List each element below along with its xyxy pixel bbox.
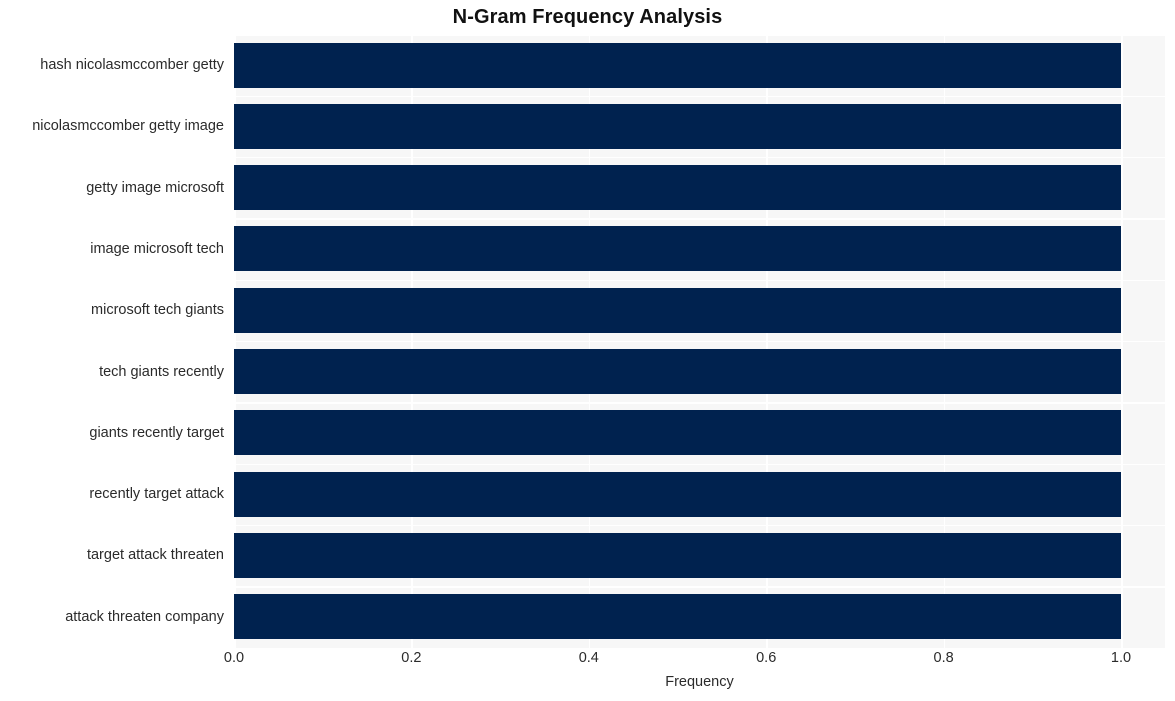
bar-row	[234, 226, 1165, 272]
bar[interactable]	[234, 410, 1121, 456]
horizontal-gridline	[234, 95, 1165, 98]
y-axis-tick-label: attack threaten company	[65, 608, 224, 625]
bar[interactable]	[234, 165, 1121, 211]
bar[interactable]	[234, 471, 1121, 517]
x-axis-tick-label: 0.0	[223, 650, 245, 666]
bar[interactable]	[234, 349, 1121, 394]
y-axis-tick-label: giants recently target	[89, 424, 224, 441]
bar-row	[234, 287, 1165, 333]
horizontal-gridline	[234, 279, 1165, 282]
x-axis-title: Frequency	[665, 674, 734, 690]
horizontal-gridline	[234, 647, 1165, 648]
chart-title: N-Gram Frequency Analysis	[452, 6, 723, 28]
horizontal-gridline	[234, 35, 1165, 36]
y-axis-tick-label: hash nicolasmccomber getty	[40, 57, 224, 73]
bar-row	[234, 594, 1165, 640]
y-axis-tick-label: getty image microsoft	[86, 179, 224, 196]
x-axis-tick-label: 0.2	[401, 650, 422, 666]
plot-area	[234, 35, 1165, 648]
horizontal-gridline	[234, 524, 1165, 527]
y-axis-tick-label: image microsoft tech	[90, 240, 224, 257]
x-axis-tick-label: 0.6	[756, 650, 777, 666]
x-axis-tick-label: 1.0	[1110, 650, 1132, 666]
y-axis-tick-label: tech giants recently	[99, 363, 224, 380]
y-axis-tick-labels: hash nicolasmccomber getty nicolasmccombe…	[0, 35, 234, 648]
ngram-frequency-chart: N-Gram Frequency Analysis hash nicolasmc…	[0, 0, 1175, 701]
bar-row	[234, 103, 1165, 149]
bar[interactable]	[234, 594, 1121, 640]
bar-row	[234, 42, 1165, 88]
horizontal-gridline	[234, 463, 1165, 465]
bar[interactable]	[234, 103, 1121, 149]
bar-row	[234, 471, 1165, 517]
bar-row	[234, 165, 1165, 211]
bar[interactable]	[234, 42, 1121, 88]
bar[interactable]	[234, 226, 1121, 272]
horizontal-gridline	[234, 341, 1165, 343]
bar-row	[234, 349, 1165, 394]
y-axis-tick-label: microsoft tech giants	[91, 302, 224, 319]
horizontal-gridline	[234, 157, 1165, 159]
horizontal-gridline	[234, 586, 1165, 588]
x-axis-tick-labels: 0.0 0.2 0.4 0.6 0.8 1.0	[224, 650, 1165, 674]
y-axis-tick-label: nicolasmccomber getty image	[32, 118, 224, 135]
horizontal-gridline	[234, 402, 1165, 404]
bar-row	[234, 532, 1165, 578]
y-axis-tick-label: recently target attack	[89, 486, 224, 503]
bar[interactable]	[234, 287, 1121, 333]
y-axis-tick-label: target attack threaten	[86, 547, 224, 564]
horizontal-gridline	[234, 218, 1165, 220]
bar[interactable]	[234, 532, 1121, 578]
x-axis-tick-label: 0.4	[578, 650, 599, 666]
bar-row	[234, 410, 1165, 456]
x-axis-tick-label: 0.8	[933, 650, 954, 666]
